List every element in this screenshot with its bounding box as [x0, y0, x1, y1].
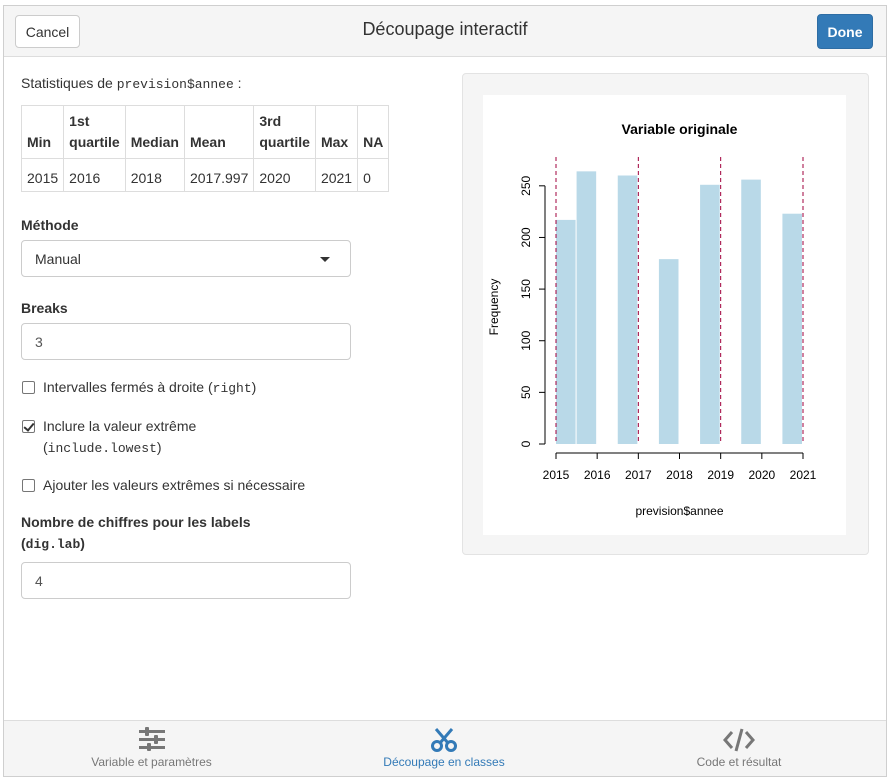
col-label: quartile: [69, 134, 120, 150]
stats-header-row: Min 1st quartile Median Mean 3rd quartile …: [20, 105, 390, 159]
x-axis-label: prevision$annee: [635, 504, 723, 518]
col-label: 3rd: [259, 113, 282, 129]
include-lowest-label-code: include.lowest: [47, 441, 157, 456]
sliders-icon: [138, 727, 165, 751]
y-tick-label: 100: [519, 330, 533, 350]
right-label-text: Intervalles fermés à droite: [43, 379, 208, 395]
right-label-code: right: [212, 381, 252, 396]
method-label: Méthode: [21, 217, 79, 233]
histogram-bar: [556, 219, 576, 444]
col-mean: Mean: [183, 105, 255, 159]
col-label: Median: [130, 134, 179, 150]
right-option: Intervalles fermés à droite (right): [21, 377, 431, 399]
tab-label: Découpage en classes: [383, 755, 505, 769]
stats-heading: Statistiques de prevision$annee :: [21, 75, 431, 92]
x-tick-label: 2017: [625, 468, 652, 482]
stats-variable: prevision$annee: [116, 77, 234, 92]
right-checkbox[interactable]: [22, 381, 35, 394]
breaks-input[interactable]: 3: [21, 323, 351, 360]
col-median: Median: [124, 105, 185, 159]
tab-label: Variable et paramètres: [91, 755, 212, 769]
cell-na: 0: [357, 158, 390, 192]
col-label: NA: [363, 134, 384, 150]
plot-container: Variable originale 2015 2016 2017 2018 2019 20…: [462, 73, 869, 555]
dialog-header: Cancel Découpage interactif Done: [4, 6, 886, 57]
histogram-plot: Variable originale 2015 2016 2017 2018 2019 20…: [483, 95, 846, 535]
digits-input[interactable]: 4: [21, 562, 351, 599]
y-tick-label: 250: [519, 175, 533, 195]
col-label: quartile: [259, 134, 310, 150]
method-select[interactable]: Manual: [21, 240, 351, 277]
y-tick-label: 150: [519, 279, 533, 299]
histogram-bar: [741, 179, 761, 444]
histogram-bar: [782, 213, 802, 444]
method-select-value: Manual: [35, 250, 81, 267]
include-lowest-checkbox[interactable]: [22, 420, 35, 433]
footer-tabs: Variable et paramètres Découpage en clas…: [4, 720, 886, 776]
done-button[interactable]: Done: [817, 14, 873, 49]
x-tick-label: 2019: [707, 468, 734, 482]
dialog-title: Découpage interactif: [362, 19, 528, 39]
histogram-bar: [576, 171, 597, 445]
paren-close: ): [80, 535, 85, 551]
chart-title: Variable originale: [622, 121, 738, 137]
chevron-down-icon: [320, 257, 330, 262]
col-label: Min: [27, 134, 52, 150]
col-max: Max: [314, 105, 359, 159]
digits-input-value: 4: [35, 572, 43, 589]
extend-checkbox[interactable]: [22, 479, 35, 492]
y-tick-label: 200: [519, 227, 533, 247]
extend-label: Ajouter les valeurs extrêmes si nécessai…: [43, 477, 306, 493]
col-label: Mean: [189, 134, 226, 150]
col-q1: 1st quartile: [63, 105, 126, 159]
extend-option: Ajouter les valeurs extrêmes si nécessai…: [21, 475, 431, 496]
histogram-chart: Variable originale 2015 2016 2017 2018 2019 20…: [487, 121, 817, 518]
digits-label-text: Nombre de chiffres pour les labels: [21, 514, 251, 530]
col-na: NA: [357, 105, 390, 159]
col-q3: 3rd quartile: [253, 105, 316, 159]
col-min: Min: [20, 105, 65, 159]
scissors-icon: [431, 728, 457, 752]
breaks-label: Breaks: [21, 300, 68, 316]
y-tick-label: 50: [519, 385, 533, 399]
histogram-bar: [700, 184, 720, 444]
cell-min: 2015: [20, 158, 65, 192]
col-label: Max: [320, 134, 349, 150]
cell-q3: 2020: [253, 158, 316, 192]
parameters-panel: Statistiques de prevision$annee : Min 1s…: [20, 74, 431, 599]
stats-table: Min 1st quartile Median Mean 3rd quartile …: [20, 105, 390, 192]
tab-label: Code et résultat: [696, 755, 782, 769]
stats-heading-suffix: :: [233, 75, 242, 91]
code-icon: [723, 728, 755, 752]
cell-q1: 2016: [63, 158, 126, 192]
right-label: Intervalles fermés à droite (right): [43, 377, 256, 399]
tab-code-resultat[interactable]: Code et résultat: [684, 721, 794, 777]
digits-label: Nombre de chiffres pour les labels (dig.l…: [21, 512, 431, 555]
tab-variable-parameters[interactable]: Variable et paramètres: [84, 721, 219, 777]
cell-max: 2021: [314, 158, 359, 192]
y-tick-label: 0: [519, 440, 533, 447]
x-tick-label: 2021: [790, 468, 817, 482]
cell-median: 2018: [124, 158, 185, 192]
stats-heading-text: Statistiques de: [21, 75, 117, 91]
x-tick-label: 2020: [748, 468, 775, 482]
col-label: 1st: [69, 113, 90, 129]
x-tick-label: 2015: [543, 468, 570, 482]
x-tick-label: 2016: [584, 468, 611, 482]
dialog: Cancel Découpage interactif Done Statist…: [3, 5, 887, 777]
include-lowest-label-text: Inclure la valeur extrême: [43, 418, 197, 434]
y-axis-label: Frequency: [487, 279, 501, 336]
include-lowest-option: Inclure la valeur extrême (include.lowest…: [21, 416, 431, 459]
paren-close: ): [251, 379, 257, 395]
cell-mean: 2017.997: [183, 158, 255, 192]
include-lowest-label: Inclure la valeur extrême (include.lowest…: [43, 416, 196, 459]
paren-close: ): [156, 439, 162, 455]
histogram-bar: [617, 175, 638, 444]
histogram-bar: [658, 259, 679, 444]
digits-label-code: dig.lab: [25, 537, 81, 552]
x-tick-label: 2018: [666, 468, 693, 482]
breaks-input-value: 3: [35, 333, 43, 350]
tab-decoupage[interactable]: Découpage en classes: [374, 721, 514, 777]
stats-value-row: 2015 2016 2018 2017.997 2020 2021 0: [20, 158, 390, 192]
